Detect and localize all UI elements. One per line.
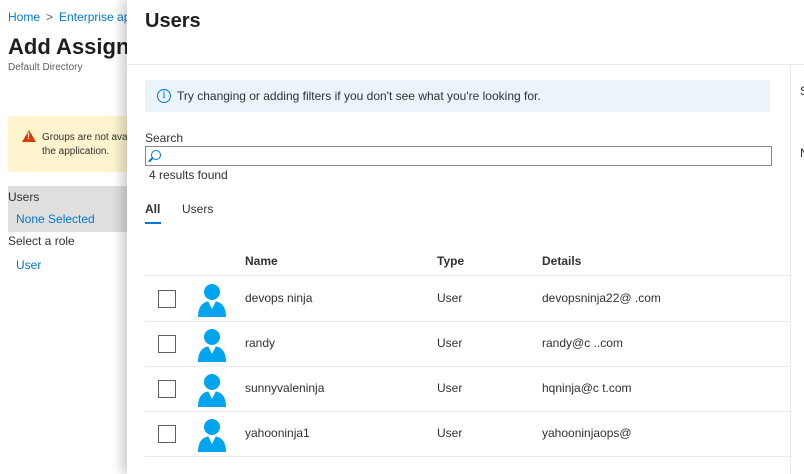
user-name: randy — [245, 336, 276, 350]
info-text: Try changing or adding filters if you do… — [177, 89, 541, 103]
page-subtitle: Default Directory — [8, 62, 83, 73]
row-checkbox[interactable] — [158, 335, 176, 353]
warning-banner: Groups are not ava the application. — [8, 116, 138, 172]
role-value-link[interactable]: User — [16, 258, 41, 272]
table-row[interactable]: yahooninja1 User yahooninjaops@ — [145, 412, 790, 457]
user-name: sunnyvaleninja — [245, 381, 325, 395]
search-label: Search — [145, 131, 184, 145]
user-avatar-icon — [197, 283, 227, 317]
breadcrumb-enterprise-apps[interactable]: Enterprise ap — [59, 10, 130, 24]
column-header-details[interactable]: Details — [542, 254, 581, 268]
info-banner: i Try changing or adding filters if you … — [145, 80, 770, 112]
chevron-right-icon: > — [46, 10, 54, 24]
row-checkbox[interactable] — [158, 380, 176, 398]
search-input[interactable] — [145, 146, 772, 166]
users-blade: Users S N i Try changing or adding filte… — [127, 0, 804, 474]
users-none-selected-link[interactable]: None Selected — [16, 212, 95, 226]
table-row[interactable]: sunnyvaleninja User hqninja@c t.com — [145, 367, 790, 412]
user-type: User — [437, 426, 463, 440]
blade-divider — [127, 64, 804, 65]
users-label: Users — [8, 190, 40, 204]
user-type: User — [437, 291, 463, 305]
user-name: yahooninja1 — [245, 426, 310, 440]
search-icon — [151, 150, 161, 160]
table-row[interactable]: randy User randy@c ..com — [145, 322, 790, 367]
user-details: randy@c ..com — [542, 336, 623, 350]
user-type: User — [437, 381, 463, 395]
results-count: 4 results found — [149, 168, 228, 182]
column-header-name[interactable]: Name — [245, 254, 278, 268]
user-avatar-icon — [197, 418, 227, 452]
blade-column-divider — [790, 64, 791, 474]
row-checkbox[interactable] — [158, 425, 176, 443]
user-type: User — [437, 336, 463, 350]
row-checkbox[interactable] — [158, 290, 176, 308]
side-panel-label: N — [800, 146, 804, 160]
column-header-type[interactable]: Type — [437, 254, 464, 268]
tab-selected-indicator — [145, 222, 161, 224]
user-details: hqninja@c t.com — [542, 381, 632, 395]
breadcrumb: Home > Enterprise ap — [8, 10, 130, 24]
blade-title: Users — [145, 10, 201, 32]
user-avatar-icon — [197, 328, 227, 362]
warning-icon — [22, 130, 36, 142]
user-avatar-icon — [197, 373, 227, 407]
table-header: Name Type Details — [145, 246, 790, 276]
tab-all[interactable]: All — [145, 202, 160, 216]
select-role-label: Select a role — [8, 234, 75, 248]
user-details: devopsninja22@ .com — [542, 291, 661, 305]
users-selector[interactable]: Users None Selected — [8, 186, 138, 232]
info-icon: i — [157, 89, 171, 103]
user-name: devops ninja — [245, 291, 313, 305]
breadcrumb-home[interactable]: Home — [8, 10, 40, 24]
user-details: yahooninjaops@ — [542, 426, 632, 440]
side-panel-label: S — [800, 84, 804, 98]
tab-users[interactable]: Users — [182, 202, 213, 216]
table-row[interactable]: devops ninja User devopsninja22@ .com — [145, 277, 790, 322]
